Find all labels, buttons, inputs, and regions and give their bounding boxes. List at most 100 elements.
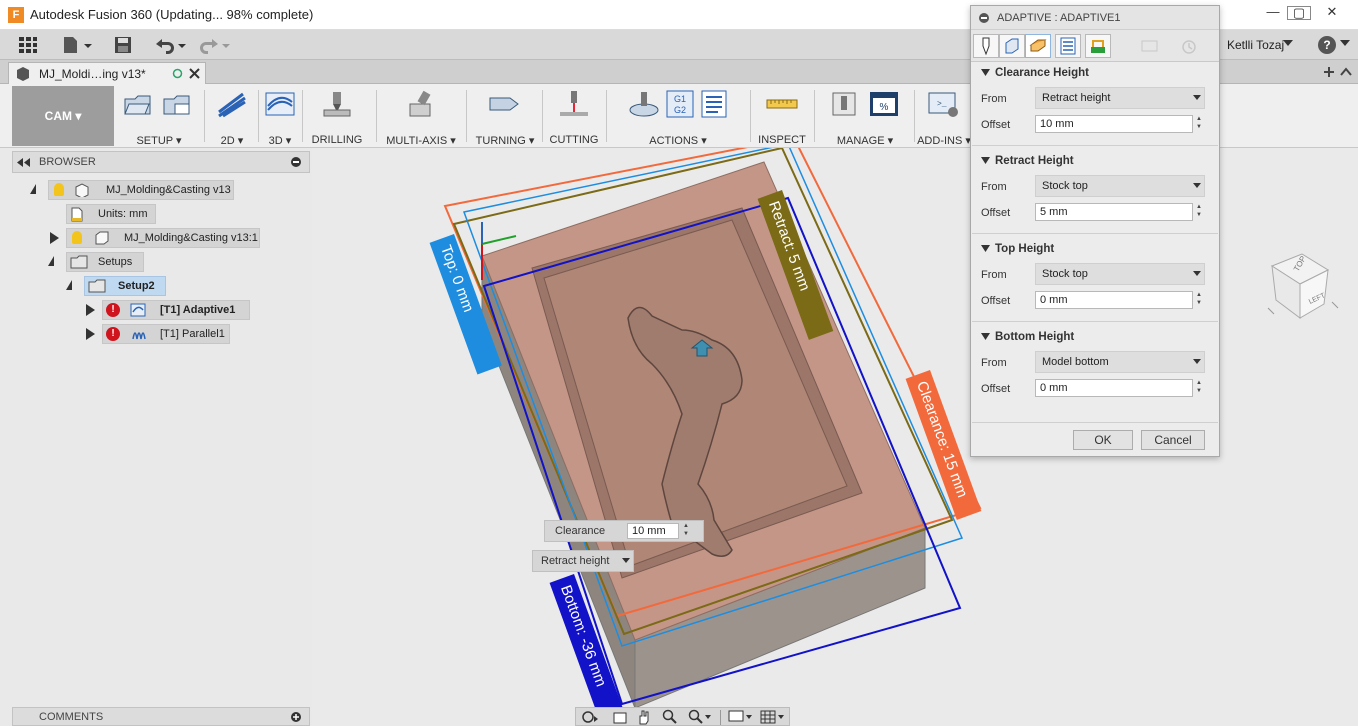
undo-icon[interactable] — [152, 36, 188, 54]
bottom-offset-spinner[interactable]: ▲ ▼ — [1194, 379, 1204, 397]
comments-panel-header[interactable]: COMMENTS — [12, 707, 310, 726]
drill-icon[interactable] — [320, 90, 354, 118]
add-ins-group[interactable]: >_ ADD-INS ▾ — [916, 86, 972, 147]
cutting-group[interactable]: CUTTING — [546, 86, 602, 146]
dropdown-arrow-icon[interactable] — [1193, 359, 1201, 365]
3d-toolpath-icon[interactable] — [263, 90, 297, 118]
manage-group[interactable]: % MANAGE ▾ — [818, 86, 912, 147]
workspace-switcher-button[interactable]: CAM ▾ — [12, 86, 114, 146]
clearance-offset-input[interactable]: 10 mm — [1035, 115, 1193, 133]
bottom-from-select[interactable]: Model bottom — [1035, 351, 1205, 373]
3d-group[interactable]: 3D ▾ — [260, 86, 300, 147]
browser-header[interactable]: BROWSER — [12, 151, 310, 173]
save-icon[interactable] — [114, 36, 132, 54]
simulate-icon[interactable] — [627, 90, 661, 118]
dropdown-arrow-icon[interactable] — [1193, 271, 1201, 277]
minimize-button[interactable]: — — [1261, 4, 1285, 22]
expand-arrow-icon[interactable] — [66, 280, 72, 290]
tree-adaptive-row[interactable]: ! [T1] Adaptive1 — [12, 300, 312, 322]
maximize-button[interactable]: ▢ — [1287, 6, 1311, 20]
pan-hand-icon[interactable] — [636, 709, 652, 725]
display-settings-icon[interactable] — [728, 709, 754, 725]
collapse-ribbon-icon[interactable] — [1340, 67, 1352, 77]
ok-button[interactable]: OK — [1073, 430, 1133, 450]
minimize-browser-icon[interactable] — [291, 157, 301, 167]
2d-group[interactable]: 2D ▾ — [208, 86, 256, 147]
multi-axis-icon[interactable] — [404, 90, 438, 118]
post-process-icon[interactable]: G1G2 — [665, 90, 695, 118]
tree-component-row[interactable]: MJ_Molding&Casting v13:1 — [12, 228, 312, 250]
close-tab-icon[interactable] — [189, 68, 200, 79]
dropdown-arrow-icon[interactable] — [622, 558, 630, 564]
setup-sheet-icon[interactable] — [161, 90, 195, 118]
visibility-bulb-icon[interactable] — [72, 231, 82, 244]
drilling-group[interactable]: DRILLING — [306, 86, 368, 146]
chevron-down-icon[interactable] — [1283, 40, 1293, 48]
scripts-addins-icon[interactable]: >_ — [927, 90, 961, 118]
collapse-section-icon[interactable] — [981, 69, 990, 77]
tree-root-row[interactable]: MJ_Molding&Casting v13 — [12, 180, 312, 202]
inline-clearance-input[interactable]: 10 mm — [627, 523, 679, 539]
tab-heights[interactable] — [1025, 34, 1051, 58]
cutting-icon[interactable] — [557, 90, 591, 118]
grid-settings-icon[interactable] — [760, 709, 786, 725]
close-window-button[interactable]: ✕ — [1320, 4, 1344, 22]
expand-arrow-icon[interactable] — [30, 184, 36, 194]
redo-icon[interactable] — [198, 36, 234, 54]
collapse-section-icon[interactable] — [981, 333, 990, 341]
inline-retract-select[interactable]: Retract height — [532, 550, 634, 572]
setup-group[interactable]: SETUP ▾ — [118, 86, 200, 147]
turning-group[interactable]: TURNING ▾ — [470, 86, 540, 147]
tree-setup2-row[interactable]: Setup2 — [12, 276, 312, 298]
clearance-from-select[interactable]: Retract height — [1035, 87, 1205, 109]
document-tab[interactable]: MJ_Moldi…ing v13* — [8, 62, 206, 84]
expand-arrow-icon[interactable] — [50, 232, 59, 244]
tree-units-row[interactable]: Units: mm — [12, 204, 312, 226]
add-comment-icon[interactable] — [291, 712, 301, 722]
top-from-select[interactable]: Stock top — [1035, 263, 1205, 285]
look-at-icon[interactable] — [612, 710, 628, 725]
top-offset-spinner[interactable]: ▲ ▼ — [1194, 291, 1204, 309]
expand-arrow-icon[interactable] — [48, 256, 54, 266]
tab-tool[interactable] — [973, 34, 999, 58]
retract-offset-input[interactable]: 5 mm — [1035, 203, 1193, 221]
user-account-menu[interactable]: Ketlli Tozaj — [1227, 38, 1284, 52]
tree-parallel-row[interactable]: ! [T1] Parallel1 — [12, 324, 312, 346]
inline-clearance-spinner[interactable]: ▲ ▼ — [681, 522, 691, 540]
help-chevron-icon[interactable] — [1340, 40, 1350, 48]
2d-toolpath-icon[interactable] — [215, 90, 249, 118]
multi-axis-group[interactable]: MULTI-AXIS ▾ — [380, 86, 462, 147]
turning-icon[interactable] — [488, 90, 522, 118]
fit-zoom-icon[interactable] — [688, 709, 712, 725]
collapse-panel-icon[interactable] — [17, 158, 31, 167]
inspect-group[interactable]: INSPECT — [754, 86, 810, 146]
dialog-header[interactable]: ADAPTIVE : ADAPTIVE1 — [971, 6, 1219, 30]
dialog-minimize-icon[interactable] — [979, 13, 989, 23]
dropdown-arrow-icon[interactable] — [1193, 95, 1201, 101]
clearance-offset-spinner[interactable]: ▲ ▼ — [1194, 115, 1204, 133]
dropdown-arrow-icon[interactable] — [1193, 183, 1201, 189]
tree-setups-row[interactable]: Setups — [12, 252, 312, 274]
help-icon[interactable]: ? — [1318, 36, 1336, 54]
view-cube[interactable]: TOP LEFT — [1262, 248, 1342, 328]
setup-sheet-report-icon[interactable] — [699, 90, 729, 118]
bottom-offset-input[interactable]: 0 mm — [1035, 379, 1193, 397]
expand-arrow-icon[interactable] — [86, 328, 95, 340]
cancel-button[interactable]: Cancel — [1141, 430, 1205, 450]
tab-linking[interactable] — [1085, 34, 1111, 58]
new-tab-plus-icon[interactable] — [1322, 66, 1336, 78]
retract-from-select[interactable]: Stock top — [1035, 175, 1205, 197]
measure-ruler-icon[interactable] — [765, 90, 799, 118]
tab-geometry[interactable] — [999, 34, 1025, 58]
template-library-icon[interactable]: % — [867, 90, 901, 118]
apps-grid-icon[interactable] — [18, 36, 38, 54]
tool-library-icon[interactable] — [829, 90, 863, 118]
zoom-icon[interactable] — [662, 709, 678, 725]
top-offset-input[interactable]: 0 mm — [1035, 291, 1193, 309]
tab-passes[interactable] — [1055, 34, 1081, 58]
actions-group[interactable]: G1 G2 ACTIONS ▾ — [610, 86, 746, 147]
collapse-section-icon[interactable] — [981, 157, 990, 165]
retract-offset-spinner[interactable]: ▲ ▼ — [1194, 203, 1204, 221]
visibility-bulb-icon[interactable] — [54, 183, 64, 196]
collapse-section-icon[interactable] — [981, 245, 990, 253]
